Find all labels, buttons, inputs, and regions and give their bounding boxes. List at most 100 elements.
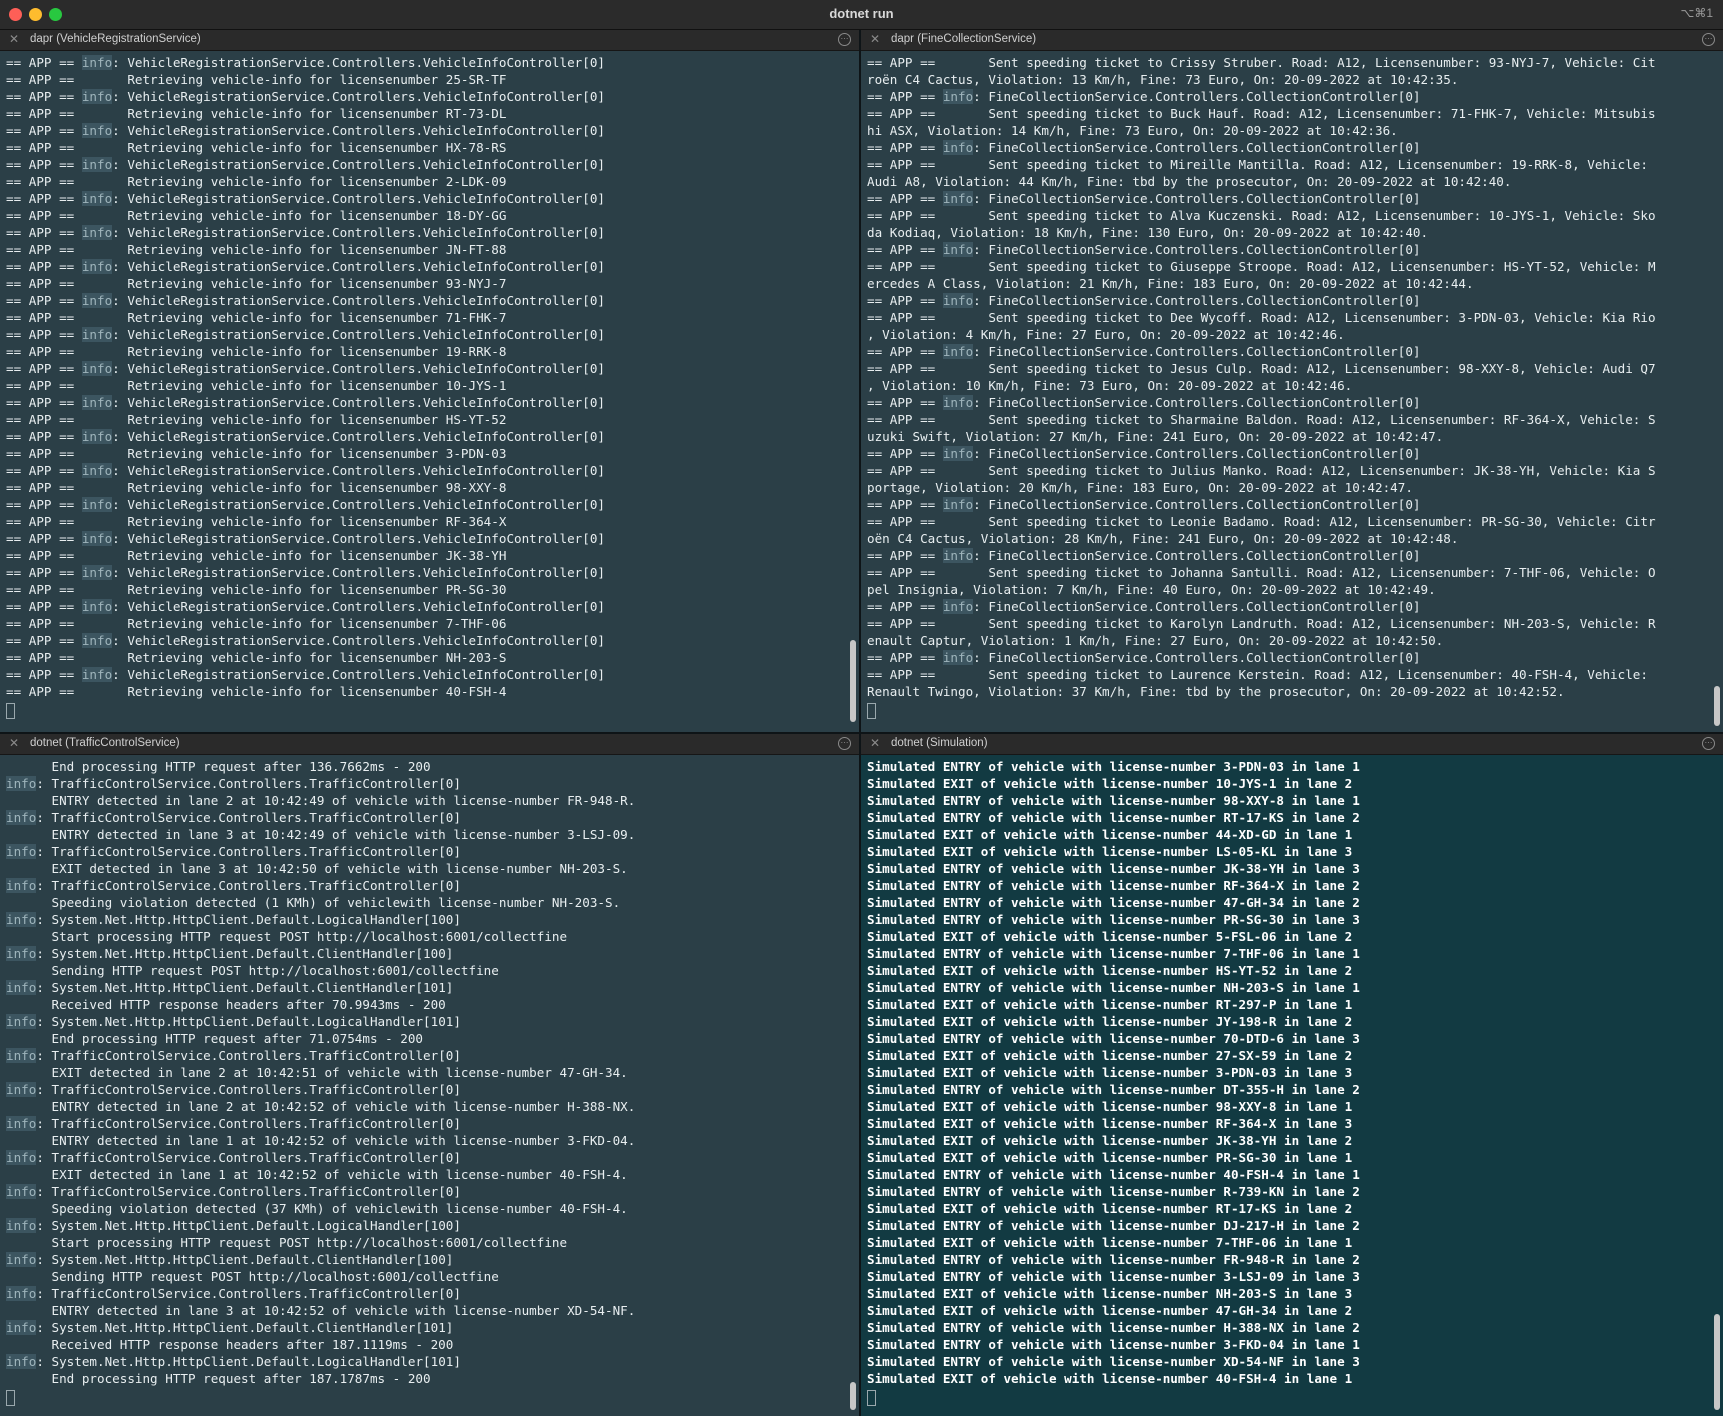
close-pane-icon[interactable]: ✕ bbox=[8, 33, 20, 45]
log-text: ENTRY detected in lane 3 at 10:42:52 of … bbox=[6, 1303, 636, 1318]
pane-traffic-control[interactable]: ✕ dotnet (TrafficControlService) ⋯ End p… bbox=[0, 734, 859, 1416]
scrollbar[interactable] bbox=[1714, 1314, 1720, 1410]
pane-menu-icon[interactable]: ⋯ bbox=[838, 737, 851, 750]
close-pane-icon[interactable]: ✕ bbox=[869, 737, 881, 749]
pane-fine-collection[interactable]: ✕ dapr (FineCollectionService) ⋯ == APP … bbox=[861, 30, 1723, 732]
log-level: info bbox=[81, 55, 113, 70]
pane-menu-icon[interactable]: ⋯ bbox=[838, 33, 851, 46]
log-line: Simulated ENTRY of vehicle with license-… bbox=[867, 1031, 1360, 1046]
log-level: info bbox=[81, 667, 113, 682]
log-source: : TrafficControlService.Controllers.Traf… bbox=[36, 810, 461, 825]
pane-divider-horizontal[interactable] bbox=[0, 732, 1723, 734]
terminal-output[interactable]: End processing HTTP request after 136.76… bbox=[0, 755, 859, 1416]
pane-menu-icon[interactable]: ⋯ bbox=[1702, 737, 1715, 750]
log-level: info bbox=[6, 1286, 37, 1301]
log-text: == APP == Retrieving vehicle-info for li… bbox=[6, 140, 507, 155]
log-level: info bbox=[942, 395, 974, 410]
log-line: == APP == Retrieving vehicle-info for li… bbox=[6, 139, 853, 156]
log-line: portage, Violation: 20 Km/h, Fine: 183 E… bbox=[867, 479, 1717, 496]
log-text: == APP == bbox=[867, 242, 943, 257]
log-line: info: System.Net.Http.HttpClient.Default… bbox=[6, 1251, 853, 1268]
log-text: == APP == bbox=[6, 259, 82, 274]
pane-header: ✕ dapr (FineCollectionService) ⋯ bbox=[861, 30, 1723, 51]
pane-simulation[interactable]: ✕ dotnet (Simulation) ⋯ Simulated ENTRY … bbox=[861, 734, 1723, 1416]
pane-header: ✕ dapr (VehicleRegistrationService) ⋯ bbox=[0, 30, 859, 51]
log-line: == APP == Retrieving vehicle-info for li… bbox=[6, 173, 853, 190]
log-source: : System.Net.Http.HttpClient.Default.Log… bbox=[36, 912, 461, 927]
log-text: == APP == bbox=[867, 395, 943, 410]
scrollbar[interactable] bbox=[850, 1382, 856, 1410]
terminal-output[interactable]: == APP == info: VehicleRegistrationServi… bbox=[0, 51, 859, 732]
log-text: Speeding violation detected (37 KMh) of … bbox=[6, 1201, 628, 1216]
log-text: Audi A8, Violation: 44 Km/h, Fine: tbd b… bbox=[867, 174, 1512, 189]
log-line: ENTRY detected in lane 3 at 10:42:52 of … bbox=[6, 1302, 853, 1319]
log-source: : VehicleRegistrationService.Controllers… bbox=[112, 157, 606, 172]
log-line: ENTRY detected in lane 1 at 10:42:52 of … bbox=[6, 1132, 853, 1149]
log-line: Simulated ENTRY of vehicle with license-… bbox=[867, 1218, 1360, 1233]
log-line: ENTRY detected in lane 3 at 10:42:49 of … bbox=[6, 826, 853, 843]
log-level: info bbox=[942, 650, 974, 665]
log-text: == APP == bbox=[6, 327, 82, 342]
log-line: Simulated ENTRY of vehicle with license-… bbox=[867, 1354, 1360, 1369]
log-text: EXIT detected in lane 1 at 10:42:52 of v… bbox=[6, 1167, 628, 1182]
log-line: Audi A8, Violation: 44 Km/h, Fine: tbd b… bbox=[867, 173, 1717, 190]
pane-menu-icon[interactable]: ⋯ bbox=[1702, 33, 1715, 46]
log-line: info: System.Net.Http.HttpClient.Default… bbox=[6, 1217, 853, 1234]
pane-divider-vertical[interactable] bbox=[859, 30, 861, 1416]
log-line: info: TrafficControlService.Controllers.… bbox=[6, 1115, 853, 1132]
log-line: == APP == info: VehicleRegistrationServi… bbox=[6, 530, 853, 547]
log-line: Simulated ENTRY of vehicle with license-… bbox=[867, 946, 1360, 961]
log-text: == APP == bbox=[867, 140, 943, 155]
log-line: == APP == Retrieving vehicle-info for li… bbox=[6, 71, 853, 88]
scrollbar[interactable] bbox=[850, 640, 856, 722]
log-source: : VehicleRegistrationService.Controllers… bbox=[112, 191, 606, 206]
log-text: EXIT detected in lane 3 at 10:42:50 of v… bbox=[6, 861, 628, 876]
log-line: Simulated EXIT of vehicle with license-n… bbox=[867, 1371, 1353, 1386]
log-line: == APP == info: FineCollectionService.Co… bbox=[867, 139, 1717, 156]
log-text: ENTRY detected in lane 2 at 10:42:49 of … bbox=[6, 793, 636, 808]
log-line: Simulated ENTRY of vehicle with license-… bbox=[867, 793, 1360, 808]
log-level: info bbox=[81, 157, 113, 172]
log-source: : FineCollectionService.Controllers.Coll… bbox=[973, 548, 1421, 563]
terminal-output[interactable]: == APP == Sent speeding ticket to Crissy… bbox=[861, 51, 1723, 732]
log-level: info bbox=[81, 89, 113, 104]
log-text: Sending HTTP request POST http://localho… bbox=[6, 1269, 499, 1284]
log-line: == APP == Retrieving vehicle-info for li… bbox=[6, 547, 853, 564]
log-line: Simulated ENTRY of vehicle with license-… bbox=[867, 878, 1360, 893]
log-level: info bbox=[81, 599, 113, 614]
log-line: Renault Twingo, Violation: 37 Km/h, Fine… bbox=[867, 683, 1717, 700]
log-source: : VehicleRegistrationService.Controllers… bbox=[112, 327, 606, 342]
log-line: Simulated ENTRY of vehicle with license-… bbox=[867, 861, 1360, 876]
log-line: == APP == info: VehicleRegistrationServi… bbox=[6, 496, 853, 513]
log-text: hi ASX, Violation: 14 Km/h, Fine: 73 Eur… bbox=[867, 123, 1398, 138]
log-text: == APP == bbox=[867, 446, 943, 461]
log-text: Speeding violation detected (1 KMh) of v… bbox=[6, 895, 621, 910]
log-text: == APP == Retrieving vehicle-info for li… bbox=[6, 616, 507, 631]
log-text: == APP == Retrieving vehicle-info for li… bbox=[6, 72, 507, 87]
log-line: Simulated EXIT of vehicle with license-n… bbox=[867, 1116, 1353, 1131]
terminal-cursor bbox=[867, 703, 876, 719]
close-pane-icon[interactable]: ✕ bbox=[8, 737, 20, 749]
log-source: : FineCollectionService.Controllers.Coll… bbox=[973, 89, 1421, 104]
log-line: == APP == Sent speeding ticket to Mireil… bbox=[867, 156, 1717, 173]
log-text: == APP == Retrieving vehicle-info for li… bbox=[6, 480, 507, 495]
log-line: Simulated ENTRY of vehicle with license-… bbox=[867, 1337, 1360, 1352]
log-line: == APP == info: VehicleRegistrationServi… bbox=[6, 292, 853, 309]
log-line: Simulated EXIT of vehicle with license-n… bbox=[867, 1235, 1353, 1250]
log-line: Sending HTTP request POST http://localho… bbox=[6, 962, 853, 979]
log-line: Simulated EXIT of vehicle with license-n… bbox=[867, 1201, 1353, 1216]
terminal-output[interactable]: Simulated ENTRY of vehicle with license-… bbox=[861, 755, 1723, 1416]
log-level: info bbox=[942, 599, 974, 614]
log-line: info: TrafficControlService.Controllers.… bbox=[6, 1047, 853, 1064]
log-level: info bbox=[942, 89, 974, 104]
log-level: info bbox=[6, 1150, 37, 1165]
log-line: Speeding violation detected (37 KMh) of … bbox=[6, 1200, 853, 1217]
log-level: info bbox=[81, 565, 113, 580]
log-text: == APP == Sent speeding ticket to Leonie… bbox=[867, 514, 1656, 529]
log-line: == APP == Retrieving vehicle-info for li… bbox=[6, 241, 853, 258]
pane-vehicle-registration[interactable]: ✕ dapr (VehicleRegistrationService) ⋯ ==… bbox=[0, 30, 859, 732]
scrollbar[interactable] bbox=[1714, 686, 1720, 726]
log-level: info bbox=[6, 980, 37, 995]
close-pane-icon[interactable]: ✕ bbox=[869, 33, 881, 45]
log-line: == APP == info: FineCollectionService.Co… bbox=[867, 649, 1717, 666]
